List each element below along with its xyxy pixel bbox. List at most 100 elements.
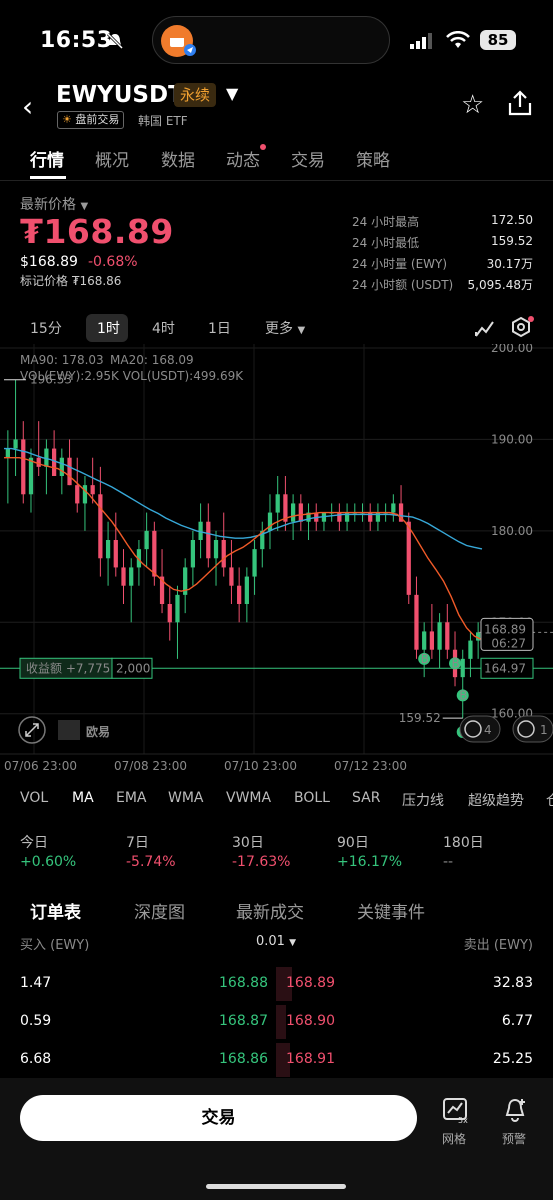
premarket-badge: ☀ 盘前交易 xyxy=(57,111,125,129)
indicator-supertrend[interactable]: 超级趋势 xyxy=(468,790,524,810)
ask-price: 168.91 xyxy=(286,1051,335,1067)
trade-button[interactable]: 交易 xyxy=(20,1095,417,1141)
position-price-label: 164.97 xyxy=(484,661,526,675)
dynamic-island[interactable] xyxy=(152,16,390,64)
stat-label: 24 小时最高 xyxy=(352,215,420,229)
candle-body xyxy=(437,622,442,650)
alert-label[interactable]: 预警 xyxy=(502,1130,526,1147)
tab-data[interactable]: 数据 xyxy=(161,146,195,171)
candle-body xyxy=(5,448,10,458)
timeframe-4h[interactable]: 4时 xyxy=(152,318,175,338)
indicator-chart-icon[interactable] xyxy=(474,318,496,338)
candle-body xyxy=(244,576,249,604)
stat-value: 172.50 xyxy=(491,213,533,227)
home-indicator xyxy=(206,1184,346,1189)
indicator-boll[interactable]: BOLL xyxy=(294,790,330,806)
main-tabs: 行情 概况 数据 动态 交易 策略 xyxy=(0,140,553,182)
candle-body xyxy=(175,594,180,623)
indicator-vol[interactable]: VOL xyxy=(20,790,48,806)
ask-qty: 6.77 xyxy=(501,1013,533,1029)
tab-trade[interactable]: 交易 xyxy=(291,146,325,171)
timeframe-15m[interactable]: 15分 xyxy=(30,318,62,338)
precision-selector[interactable]: 0.01 ▼ xyxy=(256,934,296,949)
y-tick-label: 190.00 xyxy=(491,432,533,446)
indicator-pressure-line[interactable]: 压力线 xyxy=(402,790,444,810)
candle-body xyxy=(51,448,57,476)
caret-down-icon: ▼ xyxy=(80,201,89,212)
share-icon[interactable] xyxy=(506,90,534,116)
tab-feed[interactable]: 动态 xyxy=(226,146,260,171)
candle-body xyxy=(67,457,72,486)
ask-qty: 25.25 xyxy=(492,1051,533,1067)
position-size-label: 2,000 xyxy=(116,661,150,675)
x-tick-label: 07/12 23:00 xyxy=(334,759,407,773)
indicator-vwma[interactable]: VWMA xyxy=(226,790,271,806)
y-tick-label: 180.00 xyxy=(491,524,533,538)
indicator-more[interactable]: 仓 xyxy=(546,790,553,810)
pnl-label: 收益额 +7,775 xyxy=(26,661,110,675)
sun-icon: ☀ xyxy=(62,113,72,126)
favorite-star-icon[interactable]: ☆ xyxy=(461,90,484,120)
indicator-sar[interactable]: SAR xyxy=(352,790,380,806)
candle-body xyxy=(28,457,34,495)
indicator-ema[interactable]: EMA xyxy=(116,790,147,806)
price-chart[interactable]: 200.00190.00180.00170.00160.0007/06 23:0… xyxy=(0,344,553,780)
orderbook-header: 买入 (EWY) 0.01 ▼ 卖出 (EWY) xyxy=(0,934,553,954)
x-tick-label: 07/08 23:00 xyxy=(114,759,187,773)
candle-body xyxy=(90,485,95,495)
tab-latest-trades[interactable]: 最新成交 xyxy=(236,898,304,923)
candle-body xyxy=(59,457,64,476)
chart-svg[interactable]: 200.00190.00180.00170.00160.0007/06 23:0… xyxy=(0,344,553,780)
timeframe-1d[interactable]: 1日 xyxy=(208,318,231,338)
bid-qty: 1.47 xyxy=(20,975,52,991)
symbol-title[interactable]: EWYUSDT xyxy=(56,82,184,108)
stat-value: 30.17万 xyxy=(486,257,533,271)
chart-settings-icon[interactable] xyxy=(510,316,536,340)
candle-body xyxy=(229,567,234,586)
orderbook-row[interactable]: 6.68 168.86 168.91 25.25 xyxy=(0,1043,553,1077)
timeframe-more-label: 更多 xyxy=(265,321,293,337)
orderbook-tabs: 订单表 深度图 最新成交 关键事件 xyxy=(0,892,553,928)
symbol-dropdown-icon[interactable]: ▼ xyxy=(226,84,238,103)
candle-body xyxy=(406,521,411,595)
tab-market[interactable]: 行情 xyxy=(30,146,64,171)
alert-bell-icon[interactable] xyxy=(502,1097,530,1123)
perf-value: -- xyxy=(443,854,454,870)
current-price-label: 168.89 xyxy=(484,622,526,636)
indicator-ma[interactable]: MA xyxy=(72,790,94,806)
back-chevron-icon[interactable]: ‹ xyxy=(22,90,33,123)
perf-value: -5.74% xyxy=(126,854,176,870)
tab-strategy[interactable]: 策略 xyxy=(356,146,390,171)
candle-body xyxy=(391,503,396,513)
timeframe-more[interactable]: 更多 ▼ xyxy=(265,318,305,338)
latest-price-label-text: 最新价格 xyxy=(20,197,76,213)
indicator-wma[interactable]: WMA xyxy=(168,790,204,806)
usd-price: $168.89 xyxy=(20,254,78,270)
timeframe-1h[interactable]: 1时 xyxy=(97,318,120,338)
tab-depth[interactable]: 深度图 xyxy=(134,898,185,923)
premarket-label: 盘前交易 xyxy=(75,113,120,126)
grid-bot-icon[interactable]: 5x xyxy=(442,1097,470,1123)
tab-key-events[interactable]: 关键事件 xyxy=(357,898,425,923)
side-count-badge xyxy=(459,715,501,743)
candle-body xyxy=(13,439,18,449)
perf-label: 90日 xyxy=(337,835,369,851)
grid-label[interactable]: 网格 xyxy=(442,1130,466,1147)
orderbook-row[interactable]: 0.59 168.87 168.90 6.77 xyxy=(0,1005,553,1039)
tab-overview[interactable]: 概况 xyxy=(95,146,129,171)
x-tick-label: 07/10 23:00 xyxy=(224,759,297,773)
perf-value: -17.63% xyxy=(232,854,291,870)
precision-value: 0.01 xyxy=(256,934,285,949)
active-tab-indicator xyxy=(30,176,66,179)
ask-price: 168.89 xyxy=(286,975,335,991)
latest-price-label[interactable]: 最新价格 ▼ xyxy=(20,194,88,214)
candle-body xyxy=(36,457,41,467)
tab-orderbook[interactable]: 订单表 xyxy=(30,898,81,923)
orderbook-row[interactable]: 1.47 168.88 168.89 32.83 xyxy=(0,967,553,1001)
okx-logo xyxy=(58,720,80,740)
candle-body xyxy=(445,622,450,650)
perf-label: 180日 xyxy=(443,835,484,851)
perf-value: +16.17% xyxy=(337,854,403,870)
ma20-legend: MA20: 168.09 xyxy=(110,353,194,367)
timeframe-bar: 15分 1时 4时 1日 更多 ▼ xyxy=(0,310,553,346)
